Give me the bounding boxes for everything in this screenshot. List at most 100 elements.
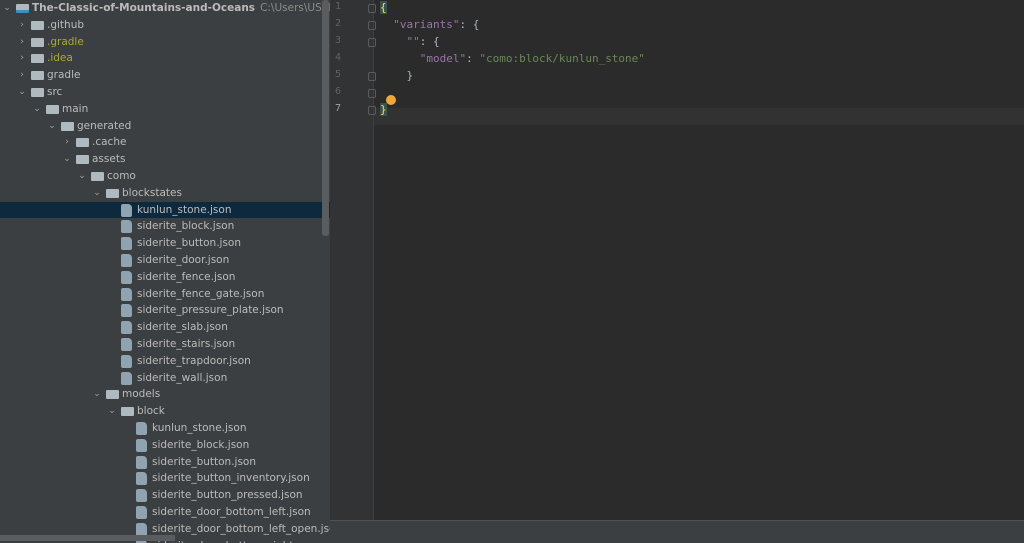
current-line-highlight xyxy=(374,108,1024,125)
code-token: : xyxy=(466,52,480,65)
fold-marker-icon[interactable] xyxy=(368,72,376,81)
chevron-down-icon[interactable]: ⌄ xyxy=(62,151,72,168)
folder-icon xyxy=(31,87,44,97)
tree-folder[interactable]: ⌄ models xyxy=(0,386,330,403)
code-line: "variants": { xyxy=(380,18,479,31)
folder-icon xyxy=(76,138,89,148)
tree-file[interactable]: kunlun_stone.json xyxy=(0,420,330,437)
tree-file[interactable]: siderite_fence_gate.json xyxy=(0,286,330,303)
json-file-icon xyxy=(136,522,147,536)
code-token: "como:block/kunlun_stone" xyxy=(479,52,645,65)
tree-file[interactable]: siderite_slab.json xyxy=(0,319,330,336)
folder-icon xyxy=(31,54,44,64)
tree-folder[interactable]: ⌄ assets xyxy=(0,151,330,168)
tree-item-label: .gradle xyxy=(47,35,84,48)
tree-item-label: kunlun_stone.json xyxy=(152,421,247,434)
line-number: 6 xyxy=(335,86,342,97)
tree-folder[interactable]: ⌄ block xyxy=(0,403,330,420)
tree-folder[interactable]: ⌄ generated xyxy=(0,118,330,135)
chevron-down-icon[interactable]: ⌄ xyxy=(77,168,87,185)
tree-item-label: siderite_door_bottom_left_open.json xyxy=(152,522,330,535)
tree-root[interactable]: ⌄ The-Classic-of-Mountains-and-Oceans C:\… xyxy=(0,0,330,17)
tree-item-label: assets xyxy=(92,153,126,166)
tree-file[interactable]: siderite_button.json xyxy=(0,454,330,471)
tree-folder[interactable]: › gradle xyxy=(0,67,330,84)
folder-icon xyxy=(121,407,134,417)
tree-file[interactable]: siderite_block.json xyxy=(0,218,330,235)
line-number: 2 xyxy=(335,18,342,29)
tree-item-label: blockstates xyxy=(122,186,182,199)
tree-item-label: .github xyxy=(47,18,85,31)
tree-folder[interactable]: › .gradle xyxy=(0,34,330,51)
intention-bulb-icon[interactable] xyxy=(386,95,396,105)
tree-file[interactable]: siderite_wall.json xyxy=(0,370,330,387)
folder-icon xyxy=(31,20,44,30)
chevron-right-icon[interactable]: › xyxy=(17,50,27,67)
tree-file[interactable]: siderite_stairs.json xyxy=(0,336,330,353)
json-file-icon xyxy=(136,438,147,452)
code-line: "model": "como:block/kunlun_stone" xyxy=(380,52,645,65)
tree-folder[interactable]: › .github xyxy=(0,17,330,34)
tree-file[interactable]: siderite_block.json xyxy=(0,437,330,454)
fold-marker-icon[interactable] xyxy=(368,89,376,98)
chevron-down-icon[interactable]: ⌄ xyxy=(47,118,57,135)
root-name: The-Classic-of-Mountains-and-Oceans xyxy=(32,2,256,14)
tree-file[interactable]: siderite_trapdoor.json xyxy=(0,353,330,370)
json-file-icon xyxy=(121,203,132,217)
chevron-down-icon[interactable]: ⌄ xyxy=(17,84,27,101)
code-token: : { xyxy=(459,18,480,31)
project-folder-icon xyxy=(16,4,29,13)
folder-icon xyxy=(106,188,119,198)
tree-vertical-scrollbar[interactable] xyxy=(322,0,329,236)
json-file-icon xyxy=(121,304,132,318)
tree-file[interactable]: siderite_button_inventory.json xyxy=(0,470,330,487)
chevron-right-icon[interactable]: › xyxy=(17,34,27,51)
tree-file[interactable]: siderite_door_bottom_left.json xyxy=(0,504,330,521)
tree-folder[interactable]: › .cache xyxy=(0,134,330,151)
tree-item-label: siderite_button.json xyxy=(152,455,257,468)
tree-file[interactable]: siderite_door.json xyxy=(0,252,330,269)
chevron-down-icon[interactable]: ⌄ xyxy=(92,386,102,403)
tree-folder[interactable]: ⌄ main xyxy=(0,101,330,118)
fold-marker-icon[interactable] xyxy=(368,38,376,47)
tree-folder[interactable]: › .idea xyxy=(0,50,330,67)
folder-icon xyxy=(46,104,59,114)
tree-folder[interactable]: ⌄ src xyxy=(0,84,330,101)
fold-marker-icon[interactable] xyxy=(368,4,376,13)
code-editor[interactable]: 1234567 { "variants": { "": { "model": "… xyxy=(330,0,1024,520)
chevron-right-icon[interactable]: › xyxy=(17,67,27,84)
json-file-icon xyxy=(136,455,147,469)
tree-item-label: siderite_button_inventory.json xyxy=(152,472,310,485)
json-file-icon xyxy=(121,220,132,234)
tree-horizontal-scrollbar[interactable] xyxy=(0,535,175,541)
code-token: "variants" xyxy=(393,18,460,31)
tree-folder[interactable]: ⌄ como xyxy=(0,168,330,185)
tree-folder[interactable]: ⌄ blockstates xyxy=(0,185,330,202)
json-file-icon xyxy=(136,472,147,486)
tree-item-label: siderite_fence_gate.json xyxy=(137,287,265,300)
code-token: } xyxy=(380,103,387,116)
editor-gutter: 1 2 3 4 5 6 7 xyxy=(330,0,376,520)
root-path: C:\Users\USER\Desktop xyxy=(260,2,330,14)
tree-item-label: gradle xyxy=(47,69,81,82)
chevron-right-icon[interactable]: › xyxy=(62,134,72,151)
tree-item-label: siderite_block.json xyxy=(137,220,235,233)
chevron-down-icon[interactable]: ⌄ xyxy=(32,101,42,118)
chevron-down-icon[interactable]: ⌄ xyxy=(2,0,12,17)
chevron-down-icon[interactable]: ⌄ xyxy=(107,403,117,420)
tree-file[interactable]: siderite_pressure_plate.json xyxy=(0,302,330,319)
fold-marker-icon[interactable] xyxy=(368,106,376,115)
tree-file[interactable]: kunlun_stone.json xyxy=(0,201,330,219)
chevron-right-icon[interactable]: › xyxy=(17,17,27,34)
tree-item-label: siderite_wall.json xyxy=(137,371,228,384)
tree-file[interactable]: siderite_button_pressed.json xyxy=(0,487,330,504)
tree-item-label: siderite_button_pressed.json xyxy=(152,489,303,502)
tree-file[interactable]: siderite_button.json xyxy=(0,235,330,252)
chevron-down-icon[interactable]: ⌄ xyxy=(92,185,102,202)
fold-marker-icon[interactable] xyxy=(368,21,376,30)
tree-file[interactable]: siderite_fence.json xyxy=(0,269,330,286)
json-file-icon xyxy=(121,371,132,385)
